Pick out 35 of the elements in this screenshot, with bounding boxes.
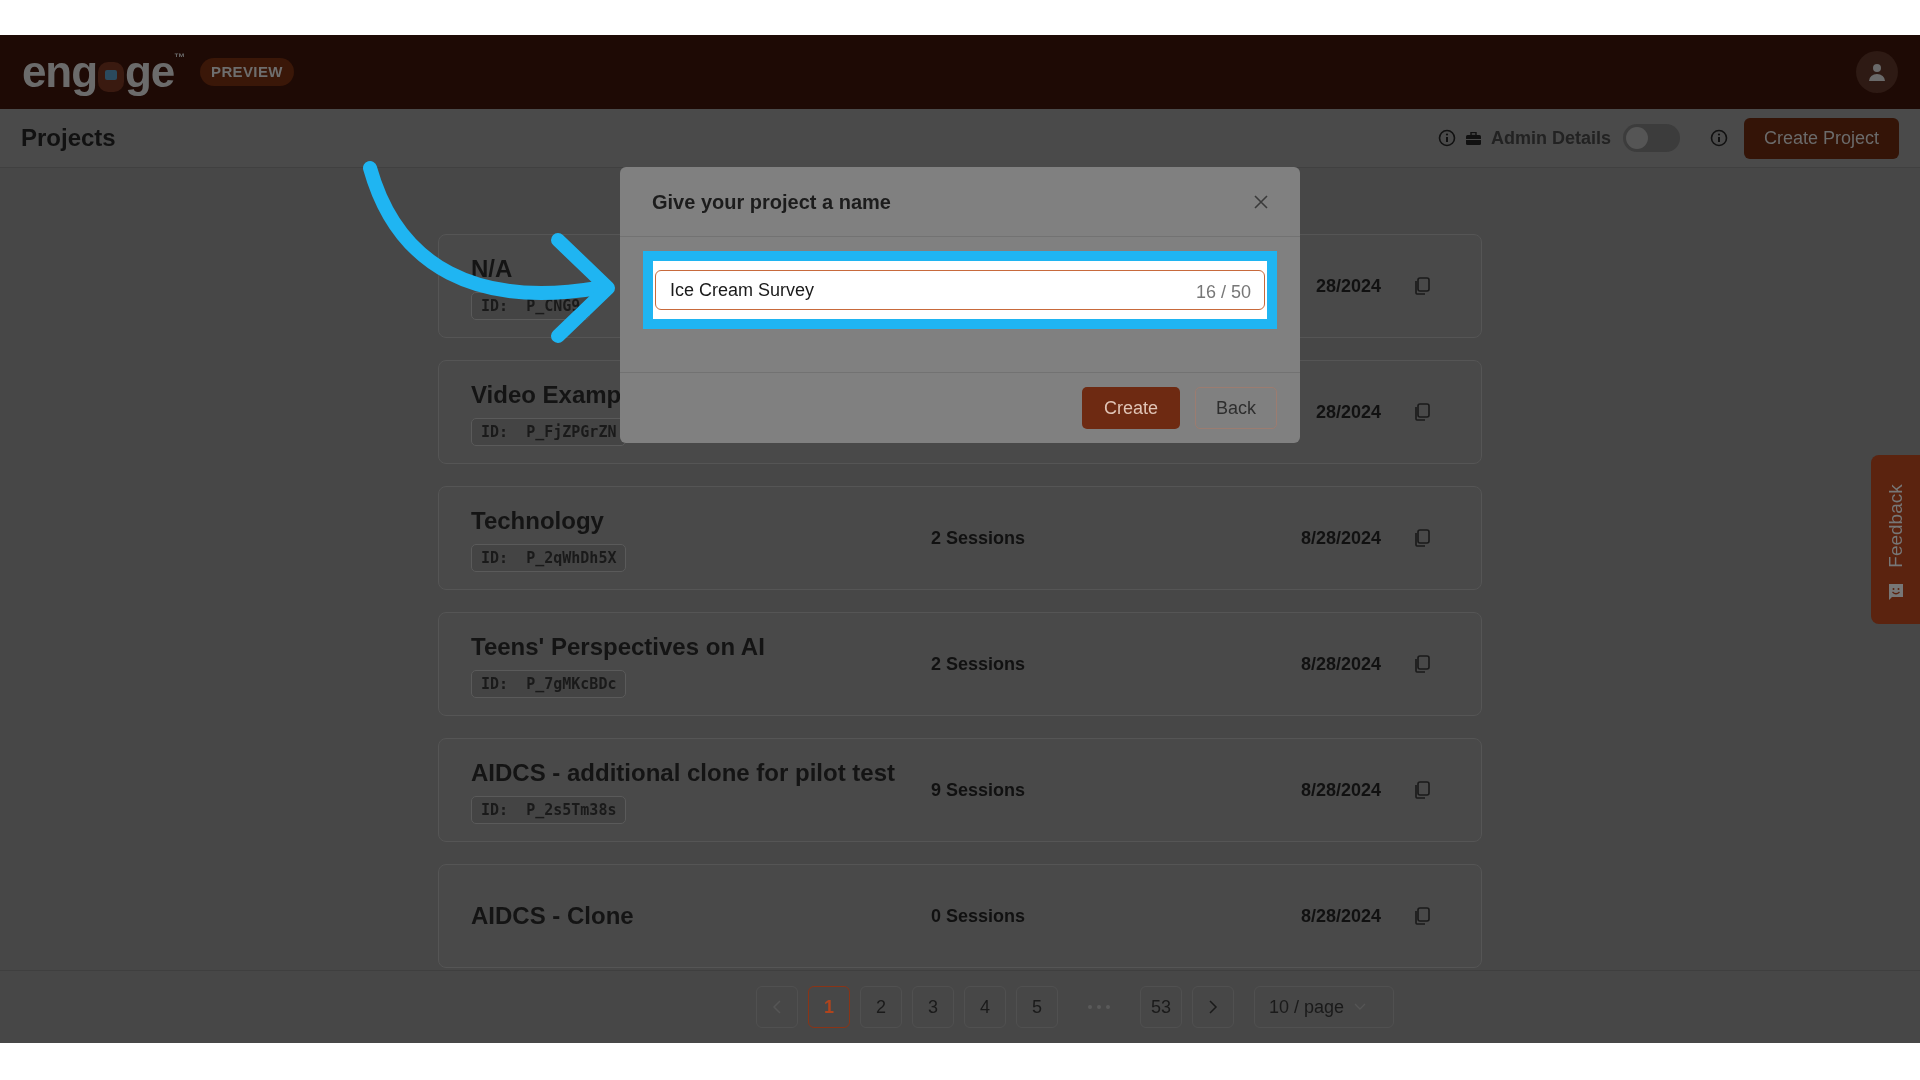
project-date: 28/2024 xyxy=(1315,274,1381,298)
next-page-button[interactable] xyxy=(1192,986,1234,1028)
project-date: 8/28/2024 xyxy=(1300,652,1381,676)
logo: eng ge™ xyxy=(22,50,184,94)
chevron-right-icon xyxy=(1208,1000,1218,1014)
feedback-tab[interactable]: Feedback xyxy=(1871,455,1920,624)
project-date: 8/28/2024 xyxy=(1300,778,1381,802)
session-count: 9 Sessions xyxy=(931,779,1026,800)
info-icon[interactable] xyxy=(1709,129,1728,147)
copy-icon[interactable] xyxy=(1413,402,1431,422)
admin-toggle[interactable] xyxy=(1622,124,1680,152)
session-count: 0 Sessions xyxy=(931,905,1026,926)
create-button[interactable]: Create xyxy=(1081,387,1180,429)
copy-icon[interactable] xyxy=(1413,906,1431,926)
close-icon[interactable] xyxy=(1254,194,1268,209)
create-project-button[interactable]: Create Project xyxy=(1743,117,1899,159)
back-button[interactable]: Back xyxy=(1194,387,1277,429)
copy-icon[interactable] xyxy=(1413,780,1431,800)
smiley-icon xyxy=(1886,582,1905,601)
page-title: Projects xyxy=(21,123,116,153)
project-date: 8/28/2024 xyxy=(1300,526,1381,550)
copy-icon[interactable] xyxy=(1413,276,1431,296)
project-date: 8/28/2024 xyxy=(1300,904,1381,928)
session-count: 2 Sessions xyxy=(931,527,1026,548)
info-icon[interactable] xyxy=(1437,129,1456,147)
project-date: 28/2024 xyxy=(1315,400,1381,424)
copy-icon[interactable] xyxy=(1413,654,1431,674)
avatar-icon[interactable] xyxy=(1856,51,1898,93)
briefcase-icon xyxy=(1465,131,1481,145)
character-counter: 16 / 50 xyxy=(1195,281,1251,304)
preview-badge: PREVIEW xyxy=(200,57,294,87)
dialog-title: Give your project a name xyxy=(652,189,891,215)
copy-icon[interactable] xyxy=(1413,528,1431,548)
page-button[interactable]: 1 xyxy=(808,986,850,1028)
session-count: 2 Sessions xyxy=(931,653,1026,674)
